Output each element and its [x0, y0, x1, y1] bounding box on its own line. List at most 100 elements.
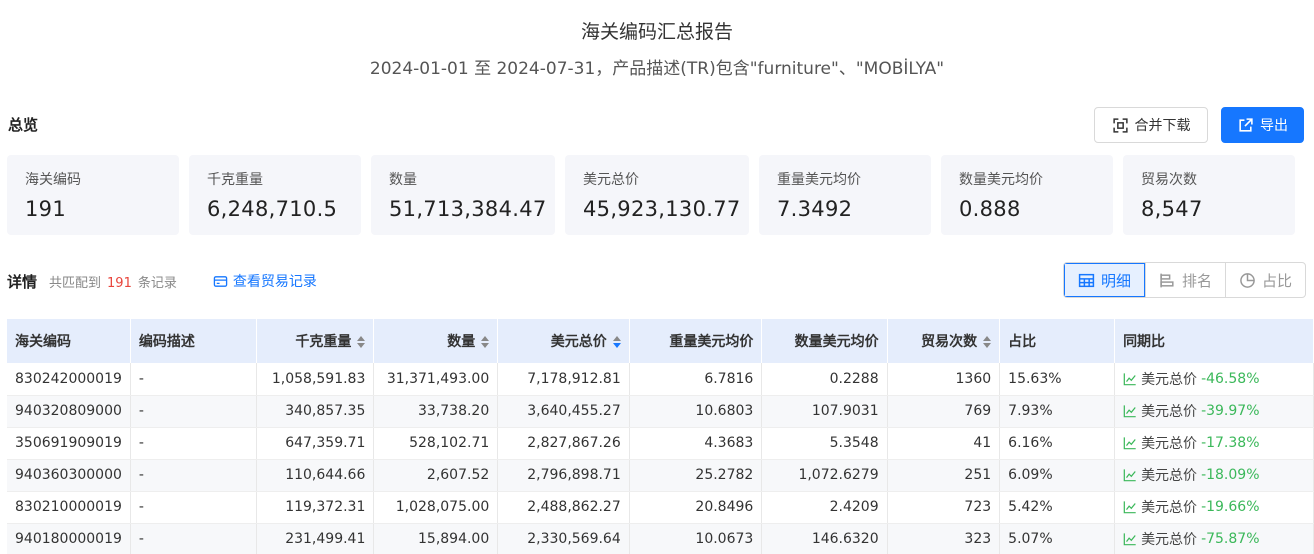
cell-qty-avg: 146.6320: [761, 523, 888, 554]
tab-share[interactable]: 占比: [1225, 263, 1305, 297]
match-count-text: 共匹配到 191 条记录: [49, 272, 177, 291]
tab-detail[interactable]: 明细: [1064, 263, 1145, 297]
col-header-qty-avg: 数量美元均价: [761, 319, 888, 363]
cell-quantity: 15,894.00: [373, 523, 499, 554]
col-header-usd-total[interactable]: 美元总价: [497, 319, 630, 363]
trend-chart-icon: [1123, 405, 1136, 418]
col-header-weight-avg: 重量美元均价: [629, 319, 763, 363]
cell-trades: 769: [887, 395, 1001, 428]
hs-code-table: 海关编码 编码描述 千克重量 数量 美元总价 重量美元均价 数量美元均价 贸易次…: [7, 319, 1314, 554]
card-value: 7.3492: [777, 197, 853, 221]
summary-card-quantity: 数量 51,713,384.47: [371, 155, 555, 235]
cell-usd-total: 7,178,912.81: [497, 363, 630, 396]
card-value: 0.888: [959, 197, 1021, 221]
col-header-trades-label: 贸易次数: [921, 334, 978, 350]
cell-qty-avg: 107.9031: [761, 395, 888, 428]
cell-weight-avg: 10.6803: [629, 395, 763, 428]
cell-hs-code: 940360300000: [7, 459, 131, 492]
export-button[interactable]: 导出: [1221, 107, 1304, 143]
view-trade-records-label: 查看贸易记录: [232, 274, 317, 290]
detail-bar: 详情 共匹配到 191 条记录 查看贸易记录: [7, 268, 317, 294]
col-header-hs-code: 海关编码: [7, 319, 131, 363]
cell-weight-avg: 25.2782: [629, 459, 763, 492]
cell-yoy[interactable]: 美元总价 -75.87%: [1114, 523, 1314, 554]
table-row[interactable]: 830242000019 - 1,058,591.83 31,371,493.0…: [7, 363, 1314, 396]
card-label: 数量: [389, 172, 417, 188]
tab-ranking[interactable]: 排名: [1145, 263, 1225, 297]
cell-yoy[interactable]: 美元总价 -46.58%: [1114, 363, 1314, 396]
cell-trades: 1360: [887, 363, 1001, 396]
cell-weight-avg: 10.0673: [629, 523, 763, 554]
cell-description: -: [130, 395, 257, 428]
cell-usd-total: 2,330,569.64: [497, 523, 630, 554]
trend-chart-icon: [1123, 373, 1136, 386]
table-row[interactable]: 940360300000 - 110,644.66 2,607.52 2,796…: [7, 459, 1314, 492]
col-header-weight[interactable]: 千克重量: [256, 319, 375, 363]
cell-yoy[interactable]: 美元总价 -39.97%: [1114, 395, 1314, 428]
cell-yoy[interactable]: 美元总价 -18.09%: [1114, 459, 1314, 492]
cell-usd-total: 2,796,898.71: [497, 459, 630, 492]
summary-card-qty-avg: 数量美元均价 0.888: [941, 155, 1113, 235]
cell-usd-total: 2,488,862.27: [497, 491, 630, 524]
sort-icon[interactable]: [357, 335, 366, 349]
cell-weight: 110,644.66: [256, 459, 375, 492]
summary-card-weight-avg: 重量美元均价 7.3492: [759, 155, 931, 235]
trend-chart-icon: [1123, 501, 1136, 514]
sort-icon[interactable]: [481, 335, 490, 349]
sort-icon[interactable]: [983, 335, 992, 349]
card-label: 重量美元均价: [777, 172, 861, 188]
merge-icon: [1112, 117, 1128, 133]
cell-description: -: [130, 427, 257, 460]
yoy-value: -75.87%: [1201, 531, 1260, 547]
table-icon: [1078, 273, 1095, 287]
cell-description: -: [130, 523, 257, 554]
table-row[interactable]: 830210000019 - 119,372.31 1,028,075.00 2…: [7, 491, 1314, 524]
col-header-quantity[interactable]: 数量: [373, 319, 499, 363]
cell-share: 5.07%: [999, 523, 1116, 554]
col-header-trades[interactable]: 贸易次数: [887, 319, 1001, 363]
table-row[interactable]: 940180000019 - 231,499.41 15,894.00 2,33…: [7, 523, 1314, 554]
table-row[interactable]: 350691909019 - 647,359.71 528,102.71 2,8…: [7, 427, 1314, 460]
trend-chart-icon: [1123, 533, 1136, 546]
cell-trades: 723: [887, 491, 1001, 524]
cell-description: -: [130, 491, 257, 524]
col-header-yoy: 同期比: [1114, 319, 1314, 363]
cell-share: 7.93%: [999, 395, 1116, 428]
trend-chart-icon: [1123, 437, 1136, 450]
yoy-label: 美元总价: [1141, 468, 1198, 484]
tab-detail-label: 明细: [1100, 271, 1131, 290]
cell-trades: 41: [887, 427, 1001, 460]
overview-heading: 总览: [8, 116, 39, 134]
cell-hs-code: 830210000019: [7, 491, 131, 524]
cell-hs-code: 350691909019: [7, 427, 131, 460]
cell-weight: 231,499.41: [256, 523, 375, 554]
card-label: 海关编码: [25, 172, 81, 188]
yoy-value: -19.66%: [1201, 499, 1260, 515]
table-row[interactable]: 940320809000 - 340,857.35 33,738.20 3,64…: [7, 395, 1314, 428]
match-prefix: 共匹配到: [49, 275, 102, 291]
col-header-description: 编码描述: [130, 319, 257, 363]
yoy-label: 美元总价: [1141, 404, 1198, 420]
export-label: 导出: [1260, 118, 1288, 134]
match-suffix: 条记录: [137, 275, 177, 291]
cell-qty-avg: 2.4209: [761, 491, 888, 524]
cell-weight: 119,372.31: [256, 491, 375, 524]
view-switcher: 明细 排名 占比: [1063, 262, 1306, 298]
merge-download-button[interactable]: 合并下载: [1094, 107, 1208, 143]
cell-quantity: 2,607.52: [373, 459, 499, 492]
view-trade-records-link[interactable]: 查看贸易记录: [213, 271, 317, 291]
sort-desc-icon[interactable]: [612, 335, 621, 349]
cell-usd-total: 3,640,455.27: [497, 395, 630, 428]
cell-share: 5.42%: [999, 491, 1116, 524]
cell-share: 6.16%: [999, 427, 1116, 460]
pie-chart-icon: [1240, 272, 1255, 288]
yoy-label: 美元总价: [1141, 532, 1198, 548]
match-count: 191: [107, 275, 132, 291]
card-label: 美元总价: [583, 172, 639, 188]
cell-yoy[interactable]: 美元总价 -17.38%: [1114, 427, 1314, 460]
yoy-value: -46.58%: [1201, 370, 1260, 387]
card-value: 51,713,384.47: [389, 197, 547, 221]
yoy-value: -39.97%: [1201, 403, 1260, 419]
cell-yoy[interactable]: 美元总价 -19.66%: [1114, 491, 1314, 524]
cell-weight-avg: 6.7816: [629, 363, 763, 396]
